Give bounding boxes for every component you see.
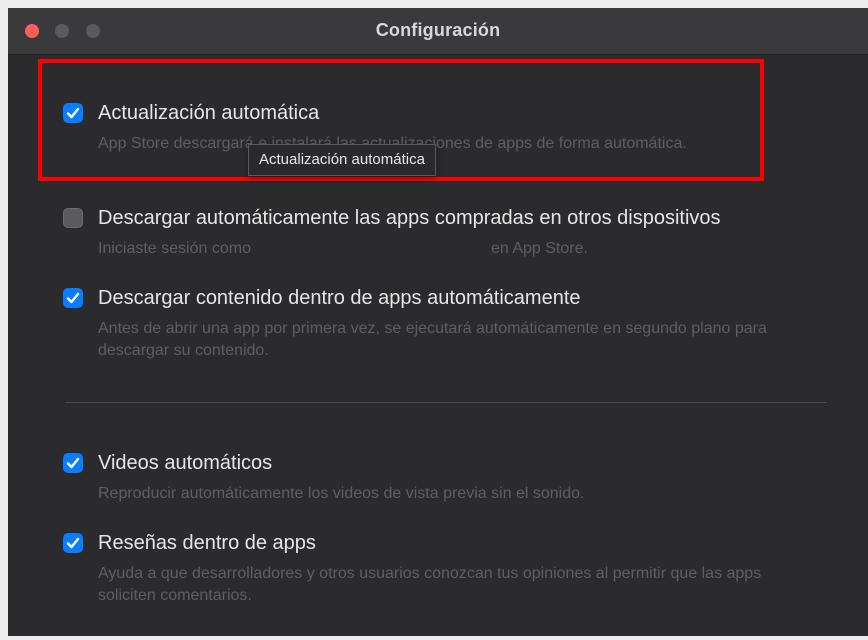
window-title: Configuración	[375, 20, 501, 40]
settings-window: Configuración Actualización automática A…	[8, 8, 868, 636]
in-app-store-text: en App Store.	[490, 240, 588, 257]
download-in-app-content-checkbox[interactable]	[63, 288, 83, 308]
signed-in-as-text: Iniciaste sesión como	[98, 240, 251, 257]
autoplay-videos-description: Reproducir automáticamente los videos de…	[98, 485, 585, 502]
in-app-ratings-checkbox[interactable]	[63, 533, 83, 553]
tooltip: Actualización automática	[248, 144, 436, 176]
in-app-ratings-label[interactable]: Reseñas dentro de apps	[98, 530, 316, 556]
download-purchased-apps-label[interactable]: Descargar automáticamente las apps compr…	[98, 205, 721, 231]
autoplay-videos-checkbox[interactable]	[63, 453, 83, 473]
autoplay-videos-label[interactable]: Videos automáticos	[98, 450, 272, 476]
section-divider	[65, 402, 827, 403]
download-in-app-content-label[interactable]: Descargar contenido dentro de apps autom…	[98, 285, 581, 311]
title-bar: Configuración	[8, 8, 868, 55]
download-purchased-apps-checkbox[interactable]	[63, 208, 83, 228]
in-app-ratings-description: Ayuda a que desarrolladores y otros usua…	[98, 565, 762, 604]
download-in-app-content-description: Antes de abrir una app por primera vez, …	[98, 320, 767, 359]
download-purchased-apps-description: Iniciaste sesión como en App Store.	[98, 238, 818, 260]
checkmark-icon	[66, 537, 80, 549]
checkmark-icon	[66, 292, 80, 304]
checkmark-icon	[66, 457, 80, 469]
